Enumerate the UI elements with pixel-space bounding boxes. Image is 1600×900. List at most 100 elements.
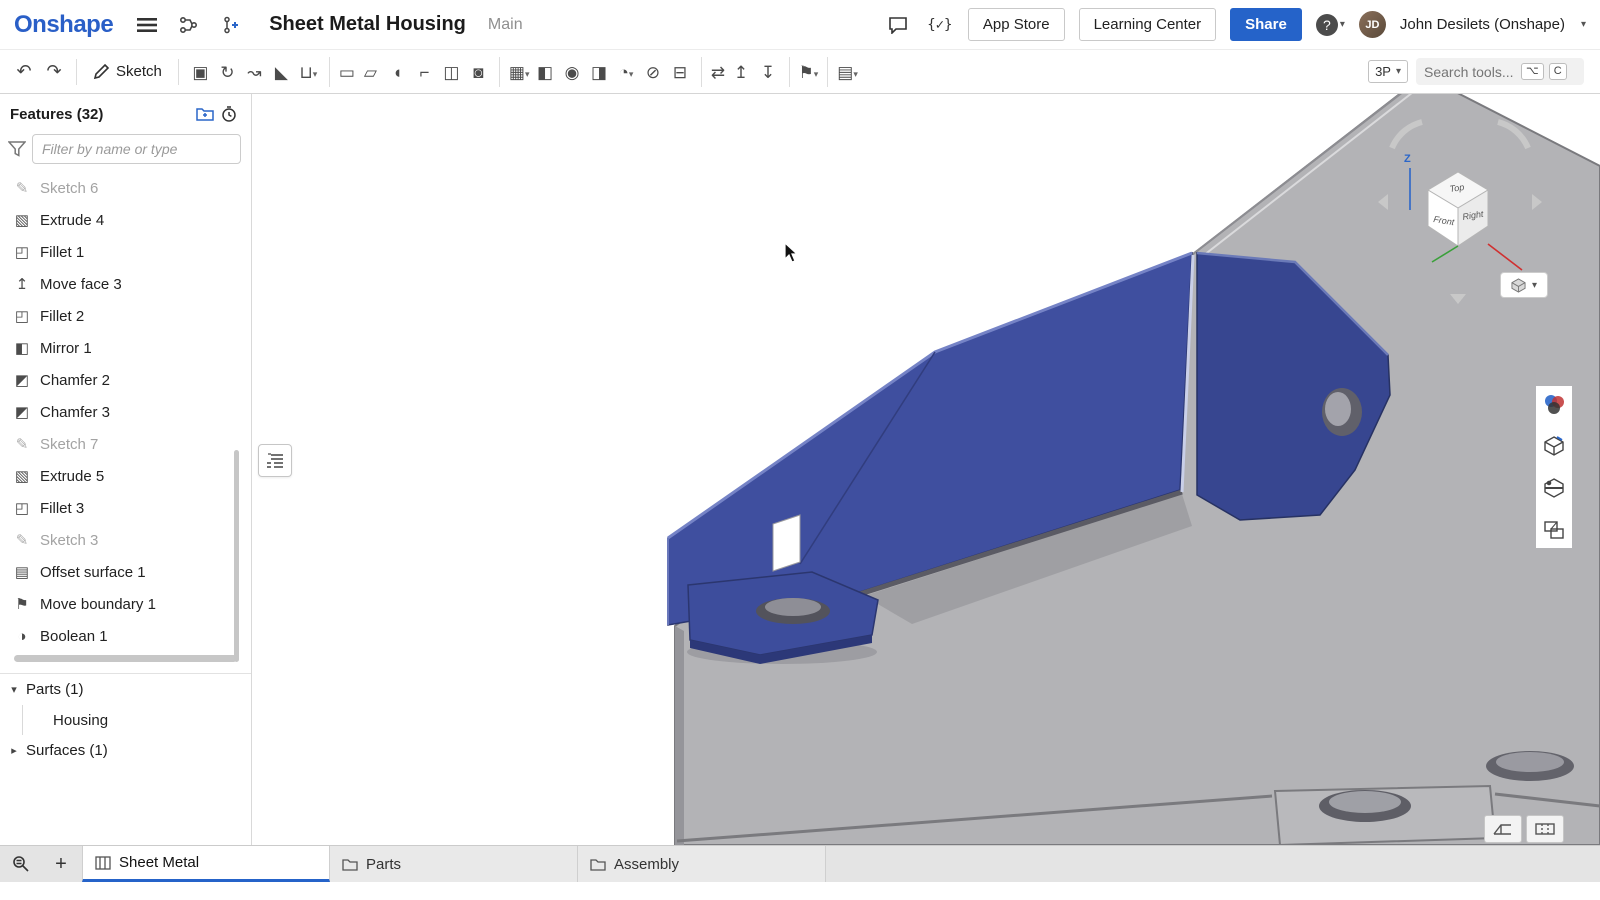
sketch-button[interactable]: Sketch [85,57,170,87]
thicken-icon[interactable]: ⊔▾ [295,57,322,87]
flat-pattern-panel-icon[interactable] [1540,516,1568,544]
help-menu[interactable]: ? ▾ [1316,14,1345,36]
sheet-metal-tab-icon[interactable]: ▭ [329,57,357,87]
feature-item[interactable]: Move face 3 [0,268,251,300]
parts-section-header[interactable]: ▾ Parts (1) [0,674,251,705]
avatar[interactable]: JD [1359,11,1386,38]
tab-assembly[interactable]: Assembly [578,846,826,882]
version-manager-icon[interactable] [175,11,203,39]
tab-bar-tools: + [0,846,82,882]
delete-part-icon[interactable]: ⊟ [667,57,694,87]
boolean-icon[interactable]: ◉ [559,57,586,87]
tab-sheet-metal[interactable]: Sheet Metal [82,846,330,882]
features-scrollbar[interactable] [234,450,239,662]
feature-item[interactable]: Fillet 1 [0,236,251,268]
icon-sketch [12,179,32,197]
share-button[interactable]: Share [1230,8,1302,41]
part-item-housing[interactable]: Housing [22,705,251,735]
rotate-left-arrow-icon[interactable] [1378,194,1388,210]
appearance-panel-icon[interactable] [1540,390,1568,418]
performance-clock-icon[interactable] [217,104,241,124]
flange-icon[interactable]: ▱ [357,57,384,87]
undo-button[interactable]: ↶ [10,57,38,87]
sketch-label: Sketch [116,63,162,80]
surfaces-section-header[interactable]: ▸ Surfaces (1) [0,735,251,766]
feature-item[interactable]: Chamfer 3 [0,396,251,428]
feature-item[interactable]: Fillet 3 [0,492,251,524]
create-folder-icon[interactable] [193,104,217,124]
insert-tab-button[interactable]: + [48,851,74,877]
bend-icon[interactable]: ◫ [438,57,465,87]
revolve-icon[interactable]: ↻ [214,57,241,87]
rotate-cw-arrow-icon[interactable] [1498,122,1528,148]
split-icon[interactable]: ◨ [586,57,613,87]
chevron-right-icon[interactable]: ▸ [8,744,20,757]
rollback-bar[interactable] [14,655,237,662]
help-icon[interactable]: ? [1316,14,1338,36]
features-header: Features (32) [0,94,251,130]
transform-icon[interactable]: ⇄ [701,57,728,87]
comments-icon[interactable] [884,11,912,39]
tab-parts[interactable]: Parts [330,846,578,882]
onshape-logo[interactable]: Onshape [14,11,113,39]
named-views-panel-icon[interactable] [1540,432,1568,460]
folded-view-button[interactable] [1484,815,1522,843]
view-options-button[interactable]: ▾ [1500,272,1548,298]
part-studio-icon [95,856,111,870]
feature-item[interactable]: Sketch 3 [0,524,251,556]
feature-item[interactable]: Move boundary 1 [0,588,251,620]
search-tools-box[interactable]: ⌥ C [1416,58,1584,85]
section-panel-icon[interactable] [1540,474,1568,502]
flat-pattern-icon[interactable]: ▤▾ [827,57,860,87]
user-menu[interactable]: John Desilets (Onshape) [1400,16,1565,33]
hamburger-menu-icon[interactable] [133,11,161,39]
fillet-icon[interactable]: ◔▾ [613,57,640,87]
sweep-icon[interactable]: ↝ [241,57,268,87]
linear-pattern-icon[interactable]: ▦▾ [499,57,532,87]
icon-fillet [12,499,32,517]
hem-icon[interactable]: ◖ [384,57,411,87]
search-tools-input[interactable] [1424,64,1516,80]
rotate-ccw-arrow-icon[interactable] [1392,122,1422,148]
feature-item[interactable]: Extrude 4 [0,204,251,236]
feature-item[interactable]: Chamfer 2 [0,364,251,396]
flat-pattern-view-button[interactable] [1526,815,1564,843]
featurescript-icon[interactable]: {✓} [926,11,954,39]
shortcut-key-alt: ⌥ [1521,63,1544,80]
offset-surface-icon[interactable]: ↧ [755,57,782,87]
tab-manager-icon[interactable] [8,851,34,877]
chevron-down-icon[interactable]: ▾ [8,683,20,696]
filter-input[interactable] [32,134,241,164]
feature-item[interactable]: Offset surface 1 [0,556,251,588]
jog-icon[interactable]: ⌐ [411,57,438,87]
feature-item[interactable]: Sketch 6 [0,172,251,204]
rotate-right-arrow-icon[interactable] [1532,194,1542,210]
copy-part-icon[interactable]: ▣ [187,57,214,87]
workspace-name[interactable]: Main [488,16,523,34]
replace-face-icon[interactable]: ↥ [728,57,755,87]
graphics-area[interactable]: Z Top Front Right X ▾ [252,94,1600,845]
delete-face-icon[interactable]: ⊘ [640,57,667,87]
learning-center-button[interactable]: Learning Center [1079,8,1217,41]
feature-item[interactable]: Boolean 1 [0,620,251,650]
pencil-icon [93,63,110,80]
part-notch-cutout [773,515,800,571]
redo-button[interactable]: ↷ [40,57,68,87]
features-panel-toggle-button[interactable] [258,444,292,477]
app-store-button[interactable]: App Store [968,8,1065,41]
perspective-button[interactable]: 3P ▾ [1368,60,1408,83]
document-title[interactable]: Sheet Metal Housing [269,13,466,36]
view-cube-icon [1511,278,1526,293]
modify-corner-icon[interactable]: ⚑▾ [789,57,821,87]
rotate-down-arrow-icon[interactable] [1450,294,1466,304]
feature-item[interactable]: Extrude 5 [0,460,251,492]
loft-icon[interactable]: ◣ [268,57,295,87]
feature-item[interactable]: Sketch 7 [0,428,251,460]
feature-item[interactable]: Mirror 1 [0,332,251,364]
icon-boolean [12,628,32,645]
user-caret-icon: ▾ [1581,19,1586,30]
create-version-icon[interactable] [217,11,245,39]
corner-relief-icon[interactable]: ◙ [465,57,492,87]
feature-item[interactable]: Fillet 2 [0,300,251,332]
mirror-icon[interactable]: ◧ [532,57,559,87]
